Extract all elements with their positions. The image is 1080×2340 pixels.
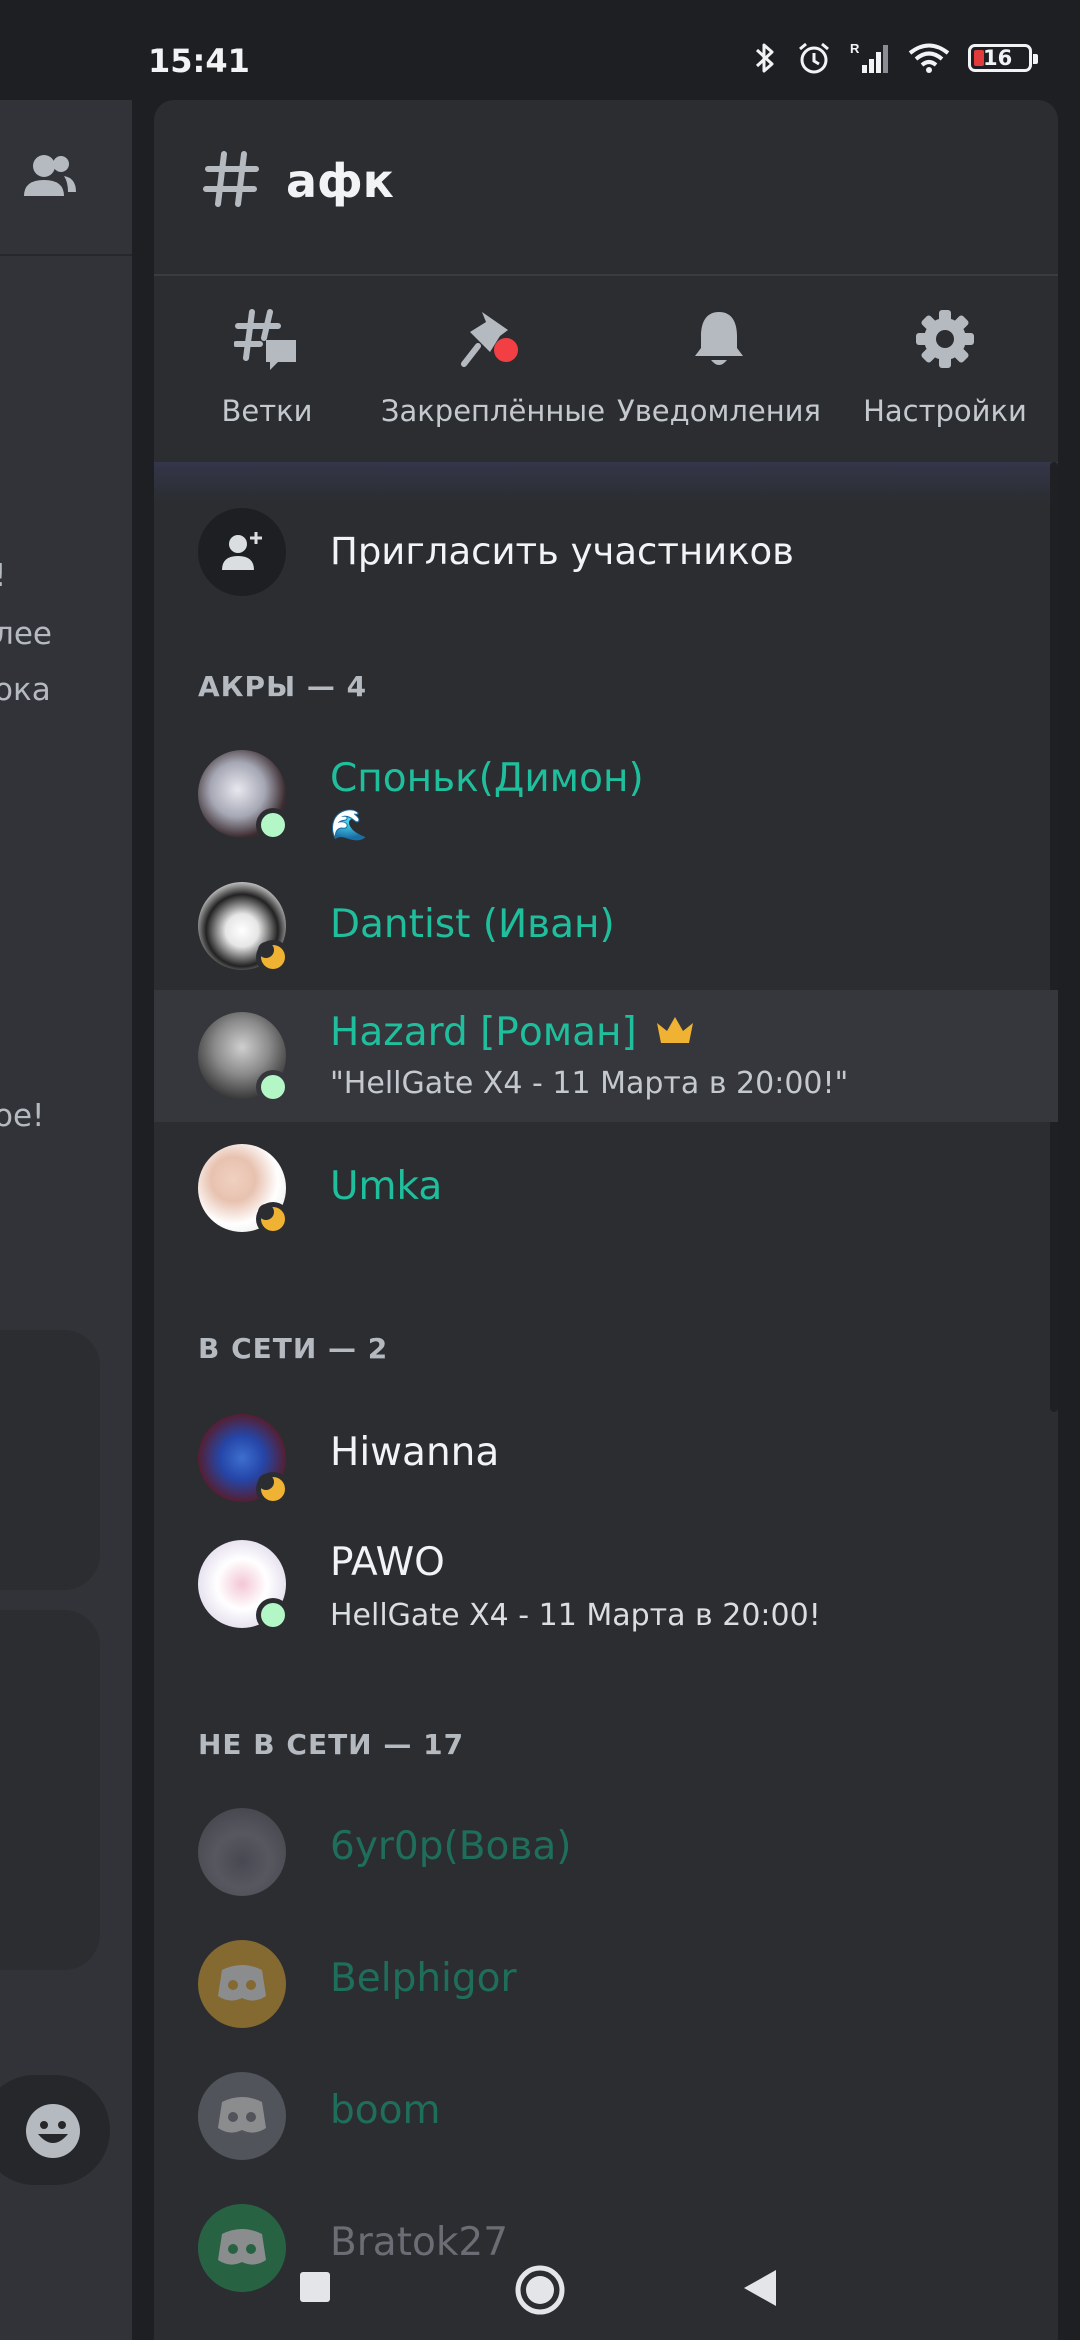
member-item[interactable]: Споньк(Димон) 🌊 (154, 730, 1058, 854)
member-name: Hiwanna (330, 1430, 500, 1475)
avatar (198, 2072, 286, 2160)
message-bubble (0, 1330, 100, 1590)
member-name: 6yr0p(Вова) (330, 1824, 572, 1869)
invite-icon-circle (198, 508, 286, 596)
section-header: В СЕТИ — 2 (198, 1332, 389, 1365)
member-name-text: Hazard [Роман] (330, 1010, 637, 1055)
discord-icon (218, 1965, 266, 2001)
member-item[interactable]: Belphigor (154, 1922, 1058, 2046)
pin-icon (461, 312, 518, 367)
channel-drawer: афк Ветки Закреплённые Уведомления Настр… (154, 100, 1058, 2340)
avatar (198, 1940, 286, 2028)
member-name: PAWO (330, 1540, 445, 1585)
back-button[interactable] (742, 2268, 778, 2308)
member-status-text: HellGate X4 - 11 Марта в 20:00! (330, 1598, 821, 1633)
avatar (198, 882, 290, 974)
pinned-label: Закреплённые (380, 394, 606, 428)
threads-label: Ветки (221, 394, 313, 428)
channel-name: афк (286, 154, 394, 208)
member-status-text: "HellGate X4 - 11 Марта в 20:00!" (330, 1066, 849, 1101)
members-icon[interactable] (20, 152, 80, 202)
member-item[interactable]: boom (154, 2054, 1058, 2178)
status-time: 15:41 (148, 42, 250, 80)
header-shadow (154, 462, 1058, 502)
navigation-bar (0, 2210, 1080, 2340)
channel-header: афк (154, 100, 1058, 276)
svg-text:R: R (850, 41, 860, 56)
background-text: ое! (0, 1098, 45, 1134)
battery-icon: 16 (968, 44, 1038, 72)
member-item[interactable]: PAWO HellGate X4 - 11 Марта в 20:00! (154, 1520, 1058, 1644)
avatar (198, 1540, 290, 1632)
pinned-button[interactable]: Закреплённые (380, 276, 606, 462)
home-button[interactable] (514, 2264, 566, 2316)
member-name: boom (330, 2088, 441, 2133)
background-chat-header (0, 100, 132, 256)
message-bubble (0, 1610, 100, 1970)
background-text: ока (0, 672, 51, 708)
member-item[interactable]: Dantist (Иван) (154, 862, 1058, 986)
status-bar: 15:41 R 16 (0, 0, 1080, 100)
invite-members-button[interactable]: Пригласить участников (154, 500, 1058, 610)
member-name: Belphigor (330, 1956, 517, 2001)
background-chat: ! лее ока ое! (0, 100, 132, 2340)
section-header: НЕ В СЕТИ — 17 (198, 1728, 465, 1761)
bluetooth-icon (755, 43, 774, 73)
channel-actions: Ветки Закреплённые Уведомления Настройки (154, 276, 1058, 462)
settings-button[interactable]: Настройки (832, 276, 1058, 462)
member-item[interactable]: Hazard [Роман] "HellGate X4 - 11 Марта в… (154, 990, 1058, 1122)
alarm-icon (799, 42, 829, 74)
background-text: лее (0, 616, 52, 652)
recents-button[interactable] (298, 2270, 332, 2304)
gear-icon (916, 310, 974, 368)
avatar (198, 1808, 286, 1896)
avatar (198, 1144, 290, 1236)
add-user-icon (222, 532, 262, 570)
member-name: Dantist (Иван) (330, 902, 615, 947)
signal-icon: R (850, 41, 888, 73)
notifications-label: Уведомления (617, 394, 821, 428)
background-text: ! (0, 558, 6, 594)
member-name: Споньк(Димон) (330, 756, 644, 801)
battery-level: 16 (983, 46, 1013, 70)
notifications-button[interactable]: Уведомления (606, 276, 832, 462)
member-name: Umka (330, 1164, 443, 1209)
status-icons: R 16 (752, 40, 1038, 76)
avatar (198, 1012, 290, 1104)
section-header: АКРЫ — 4 (198, 670, 368, 703)
threads-button[interactable]: Ветки (154, 276, 380, 462)
avatar (198, 1414, 290, 1506)
bell-icon (695, 312, 743, 365)
hash-icon (203, 151, 259, 207)
crown-icon (657, 1017, 694, 1043)
emoji-icon[interactable] (24, 2102, 82, 2160)
member-status-text: 🌊 (330, 808, 368, 843)
threads-icon (234, 309, 296, 370)
avatar (198, 750, 290, 842)
member-item[interactable]: Hiwanna (154, 1396, 1058, 1520)
member-name: Hazard [Роман] (330, 1010, 695, 1055)
member-item[interactable]: 6yr0p(Вова) (154, 1790, 1058, 1914)
settings-label: Настройки (863, 394, 1027, 428)
invite-label: Пригласить участников (330, 530, 794, 573)
discord-icon (218, 2097, 266, 2133)
wifi-icon (908, 43, 950, 73)
member-item[interactable]: Umka (154, 1126, 1058, 1250)
